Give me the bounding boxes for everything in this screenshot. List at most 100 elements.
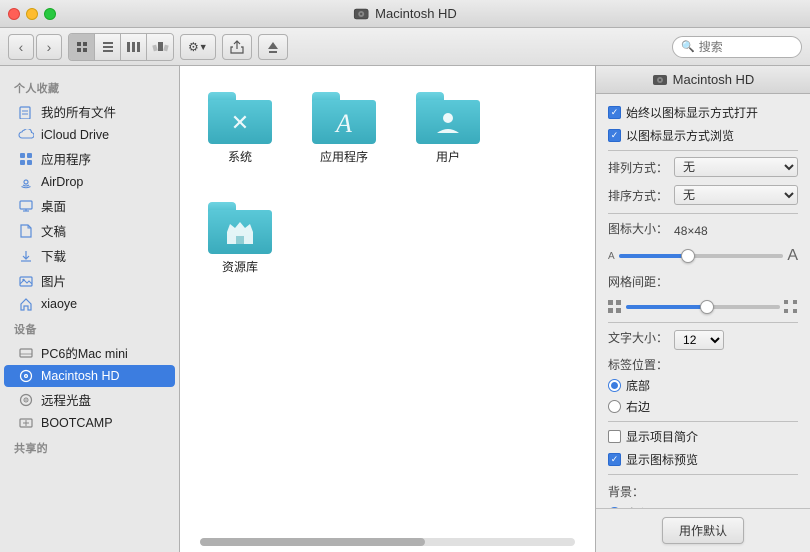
right-panel-title: Macintosh HD	[596, 66, 810, 94]
sidebar-item-photos[interactable]: 图片	[4, 268, 175, 293]
file-item-library[interactable]: 资源库	[200, 196, 280, 282]
apps-icon	[18, 151, 34, 167]
all-files-label: 我的所有文件	[41, 102, 116, 121]
minimize-button[interactable]	[26, 8, 38, 20]
sidebar-item-mac-mini[interactable]: PC6的Mac mini	[4, 340, 175, 365]
label-right-row[interactable]: 右边	[608, 398, 798, 415]
sidebar-item-docs[interactable]: 文稿	[4, 218, 175, 243]
sidebar-item-airdrop[interactable]: AirDrop	[4, 171, 175, 193]
sidebar-item-xiaoye[interactable]: xiaoye	[4, 293, 175, 315]
right-panel-bottom: 用作默认	[596, 508, 810, 552]
users-folder-icon	[433, 107, 463, 137]
title-text: Macintosh HD	[375, 6, 457, 21]
sort-by-select[interactable]: 无	[674, 157, 798, 177]
defaults-button[interactable]: 用作默认	[662, 517, 744, 544]
sort-by-label: 排列方式：	[608, 159, 668, 176]
sidebar-item-remote-disk[interactable]: 远程光盘	[4, 387, 175, 412]
icloud-icon	[18, 127, 34, 143]
scrollbar-thumb[interactable]	[200, 538, 425, 546]
show-preview-label: 显示图标预览	[626, 451, 698, 468]
forward-button[interactable]: ›	[36, 34, 62, 60]
apps-folder-icon: A	[328, 106, 360, 138]
always-open-checkbox[interactable]	[608, 106, 621, 119]
devices-section-header: 设备	[0, 315, 179, 340]
photos-icon	[18, 273, 34, 289]
label-pos-label: 标签位置：	[608, 358, 668, 372]
show-brief-checkbox[interactable]	[608, 430, 621, 443]
label-pos-row: 标签位置：	[608, 356, 798, 373]
file-item-system[interactable]: ✕ 系统	[200, 86, 280, 172]
airdrop-label: AirDrop	[41, 175, 83, 189]
sidebar-item-apps[interactable]: 应用程序	[4, 146, 175, 171]
icon-size-value: 48×48	[674, 224, 708, 238]
sidebar: 个人收藏 我的所有文件 iCloud Drive 应用程序	[0, 66, 180, 552]
grid-wide-icon	[784, 300, 798, 314]
sidebar-item-downloads[interactable]: 下载	[4, 243, 175, 268]
file-label-apps: 应用程序	[320, 150, 368, 166]
show-preview-checkbox[interactable]	[608, 453, 621, 466]
bg-section: 背景： 白色 颜色	[608, 483, 798, 508]
horizontal-scrollbar[interactable]	[200, 538, 575, 546]
order-by-select[interactable]: 无	[674, 185, 798, 205]
search-input[interactable]	[699, 40, 793, 54]
svg-text:✕: ✕	[231, 110, 249, 135]
personal-section-header: 个人收藏	[0, 74, 179, 99]
text-size-row: 文字大小： 12	[608, 329, 798, 350]
grid-spacing-thumb	[700, 300, 714, 314]
eject-button[interactable]	[258, 34, 288, 60]
sidebar-item-desktop[interactable]: 桌面	[4, 193, 175, 218]
label-pos-radio-group: 底部 右边	[608, 377, 798, 415]
grid-spacing-slider[interactable]	[626, 305, 780, 309]
title-bar: Macintosh HD	[0, 0, 810, 28]
list-view-button[interactable]	[95, 34, 121, 60]
desktop-label: 桌面	[41, 196, 66, 215]
share-icon	[230, 40, 244, 54]
divider-4	[608, 421, 798, 422]
docs-label: 文稿	[41, 221, 66, 240]
share-button[interactable]	[222, 34, 252, 60]
airdrop-icon	[18, 174, 34, 190]
divider-5	[608, 474, 798, 475]
text-size-select[interactable]: 12	[674, 330, 724, 350]
svg-text:A: A	[334, 109, 352, 138]
sidebar-item-macintosh-hd[interactable]: Macintosh HD	[4, 365, 175, 387]
coverflow-view-button[interactable]	[147, 34, 173, 60]
grid-tight-icon	[608, 300, 622, 314]
always-open-row: 始终以图标显示方式打开	[608, 104, 798, 121]
system-icon: ✕	[224, 106, 256, 138]
file-area: ✕ 系统 A 应用程序	[180, 66, 595, 552]
downloads-label: 下载	[41, 246, 66, 265]
show-preview-row: 显示图标预览	[608, 451, 798, 468]
folder-icon-apps: A	[312, 92, 376, 144]
label-bottom-row[interactable]: 底部	[608, 377, 798, 394]
file-item-users[interactable]: 用户	[408, 86, 488, 172]
sidebar-item-bootcamp[interactable]: BOOTCAMP	[4, 412, 175, 434]
search-box[interactable]: 🔍	[672, 36, 802, 58]
icon-view-button[interactable]	[69, 34, 95, 60]
show-brief-label: 显示项目简介	[626, 428, 698, 445]
maximize-button[interactable]	[44, 8, 56, 20]
order-by-row: 排序方式： 无	[608, 185, 798, 205]
label-right-radio[interactable]	[608, 400, 621, 413]
right-panel: Macintosh HD 始终以图标显示方式打开 以图标显示方式浏览 排列方式：	[595, 66, 810, 552]
back-button[interactable]: ‹	[8, 34, 34, 60]
sidebar-item-icloud[interactable]: iCloud Drive	[4, 124, 175, 146]
sidebar-item-all-files[interactable]: 我的所有文件	[4, 99, 175, 124]
photos-label: 图片	[41, 271, 66, 290]
remote-disk-icon	[18, 392, 34, 408]
shared-section-header: 共享的	[0, 434, 179, 459]
text-size-label: 文字大小：	[608, 329, 668, 346]
column-view-button[interactable]	[121, 34, 147, 60]
browse-icon-checkbox[interactable]	[608, 129, 621, 142]
show-brief-row: 显示项目简介	[608, 428, 798, 445]
label-bottom-radio[interactable]	[608, 379, 621, 392]
action-button[interactable]: ⚙▼	[180, 34, 216, 60]
icon-size-slider[interactable]	[619, 254, 784, 258]
eject-icon	[266, 40, 280, 54]
close-button[interactable]	[8, 8, 20, 20]
divider-2	[608, 213, 798, 214]
grid-spacing-label: 网格间距：	[608, 273, 668, 290]
radio-inner-bottom	[611, 382, 618, 389]
large-icon: A	[787, 247, 798, 265]
file-item-apps[interactable]: A 应用程序	[304, 86, 384, 172]
